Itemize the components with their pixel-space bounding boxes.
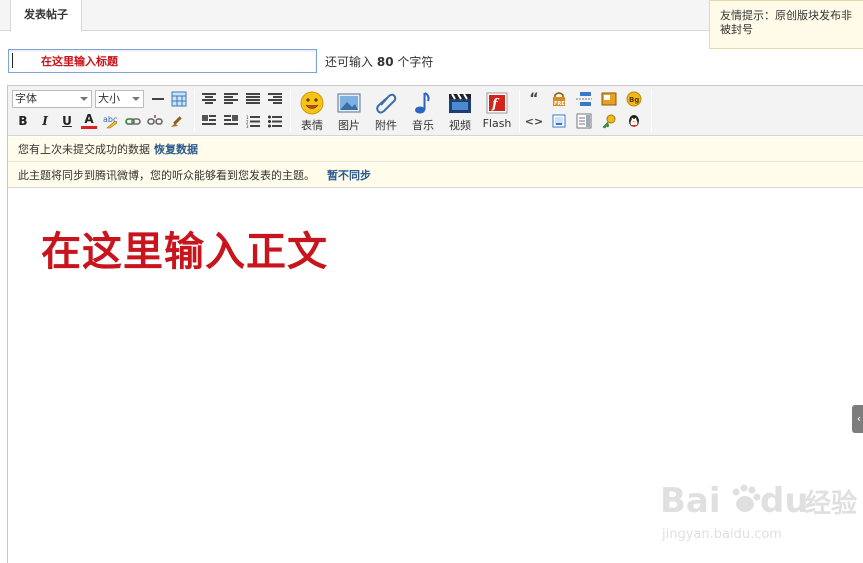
image-button[interactable]: 图片 (331, 89, 367, 133)
char-count-text: 还可输入 80 个字符 (325, 53, 433, 70)
float-right-icon[interactable] (223, 113, 239, 129)
watermark-brand-suffix: du (760, 481, 809, 521)
body-placeholder-annotation: 在这里输入正文 (41, 229, 328, 275)
tip-line-1: 友情提示：原创版块发布非 (720, 9, 852, 22)
link-icon[interactable] (125, 113, 141, 129)
restore-data-link[interactable]: 恢复数据 (154, 143, 198, 156)
emoji-button[interactable]: 表情 (294, 89, 330, 133)
align-center-icon[interactable] (201, 91, 217, 107)
index-column-icon[interactable] (576, 113, 592, 129)
smiley-face-icon (300, 91, 324, 115)
char-count-suffix: 个字符 (397, 55, 434, 69)
paw-icon (732, 484, 761, 512)
highlight-icon[interactable]: abc (103, 113, 119, 129)
tab-new-post[interactable]: 发表帖子 (10, 0, 82, 32)
font-size-select[interactable]: 大小 (95, 90, 144, 108)
chevron-down-icon (80, 97, 88, 101)
background-music-icon[interactable]: Bg (626, 91, 642, 107)
font-family-select[interactable]: 字体 (12, 90, 92, 108)
post-editor-page: 发表帖子 友情提示：原创版块发布非 被封号 还可输入 80 个字符 字体 大小 (0, 0, 863, 563)
flash-button-label: Flash (482, 117, 512, 130)
clear-format-brush-icon[interactable] (169, 113, 185, 129)
weibo-sync-notice-bar: 此主题将同步到腾讯微博，您的听众能够看到您发表的主题。 暂不同步 (8, 163, 863, 188)
restore-notice-bar: 您有上次未提交成功的数据 恢复数据 (8, 137, 863, 162)
toolbar-separator (651, 90, 652, 132)
side-panel-handle[interactable]: ‹ (852, 405, 863, 433)
flash-button[interactable]: f Flash (479, 89, 515, 133)
restore-notice-text: 您有上次未提交成功的数据 (18, 143, 150, 156)
font-color-button[interactable]: A (81, 112, 97, 129)
char-count-prefix: 还可输入 (325, 55, 374, 69)
baidu-jingyan-watermark: Bai du 经验 jingyan.baidu.com (660, 466, 860, 546)
editor-toolbar: 字体 大小 B I U A abc 1 2 3 表情 图片 附件 音乐 视频 f… (8, 86, 863, 136)
insert-box-icon[interactable] (601, 91, 617, 107)
align-right-icon[interactable] (267, 91, 283, 107)
toolbar-separator (519, 90, 520, 132)
align-justify-icon[interactable] (245, 91, 261, 107)
text-caret (12, 53, 13, 68)
friendly-tip-box: 友情提示：原创版块发布非 被封号 (709, 0, 863, 49)
music-button[interactable]: 音乐 (405, 89, 441, 133)
table-icon[interactable] (171, 91, 187, 107)
tip-line-2: 被封号 (720, 23, 753, 36)
svg-text:3: 3 (246, 124, 249, 128)
svg-text:FREE: FREE (554, 101, 567, 107)
image-icon (337, 93, 361, 113)
watermark-brand: Bai (660, 481, 721, 521)
unlink-icon[interactable] (147, 113, 163, 129)
video-button[interactable]: 视频 (442, 89, 478, 133)
title-input[interactable] (8, 49, 317, 73)
free-content-icon[interactable]: FREE (551, 91, 567, 107)
music-note-icon (415, 92, 430, 114)
attachment-button[interactable]: 附件 (368, 89, 404, 133)
qq-penguin-icon[interactable] (626, 113, 642, 129)
underline-button[interactable]: U (59, 113, 75, 129)
no-sync-link[interactable]: 暂不同步 (327, 169, 371, 182)
bold-button[interactable]: B (15, 113, 31, 129)
watermark-sub: 经验 (805, 488, 857, 519)
float-left-icon[interactable] (201, 113, 217, 129)
code-button[interactable]: <> (525, 113, 543, 129)
toolbar-separator (194, 90, 195, 132)
unordered-list-icon[interactable] (267, 113, 283, 129)
ordered-list-icon[interactable]: 123 (245, 113, 261, 129)
chevron-down-icon (132, 97, 140, 101)
align-left-icon[interactable] (223, 91, 239, 107)
horizontal-rule-icon[interactable] (150, 91, 166, 107)
weibo-sync-notice-text: 此主题将同步到腾讯微博，您的听众能够看到您发表的主题。 (18, 169, 315, 182)
flash-icon: f (486, 92, 508, 114)
paperclip-icon (376, 93, 397, 114)
clapperboard-icon (449, 93, 471, 113)
char-count-value: 80 (376, 55, 394, 69)
italic-button[interactable]: I (37, 113, 53, 129)
locate-key-icon[interactable] (601, 113, 617, 129)
password-icon[interactable] (551, 113, 567, 129)
watermark-url: jingyan.baidu.com (661, 527, 782, 542)
page-break-icon[interactable] (576, 91, 592, 107)
quote-button[interactable]: “ (526, 91, 542, 107)
font-size-select-value: 大小 (98, 92, 120, 105)
svg-text:Bg: Bg (629, 96, 639, 104)
font-family-select-value: 字体 (15, 92, 37, 105)
